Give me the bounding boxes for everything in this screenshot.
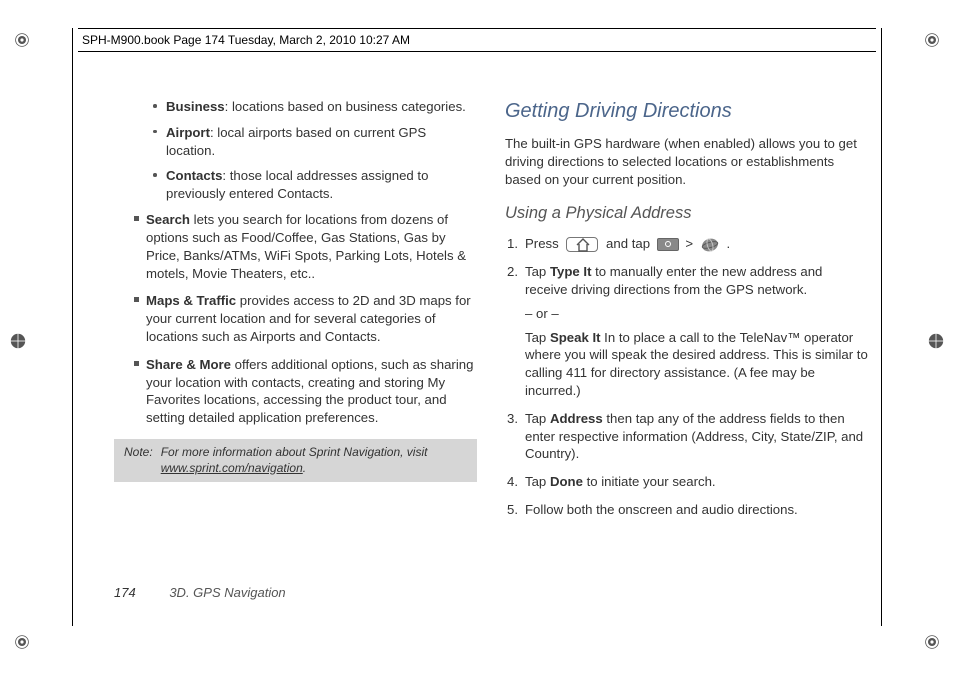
- note-label: Note:: [124, 445, 153, 476]
- term: Speak It: [550, 330, 601, 345]
- text: Press: [525, 236, 562, 251]
- crop-mark-icon: [924, 634, 940, 650]
- sub-bullet-list: Business: locations based on business ca…: [114, 98, 477, 203]
- list-item: Business: locations based on business ca…: [166, 98, 477, 116]
- crop-mark-icon: [924, 32, 940, 48]
- term: Done: [550, 474, 583, 489]
- square-bullet-list: Search lets you search for locations fro…: [114, 211, 477, 427]
- step-item: Tap Address then tap any of the address …: [525, 410, 868, 463]
- step-item: Press and tap > .: [525, 235, 868, 253]
- page-footer: 174 3D. GPS Navigation: [114, 585, 286, 600]
- list-item: Search lets you search for locations fro…: [146, 211, 477, 282]
- desc: lets you search for locations from dozen…: [146, 212, 466, 280]
- or-divider: – or –: [525, 305, 868, 323]
- list-item: Share & More offers additional options, …: [146, 356, 477, 427]
- steps-list: Press and tap > . Tap Type It to manuall…: [505, 235, 868, 519]
- list-item: Maps & Traffic provides access to 2D and…: [146, 292, 477, 345]
- text: to initiate your search.: [583, 474, 716, 489]
- text: .: [726, 236, 730, 251]
- step-item: Tap Type It to manually enter the new ad…: [525, 263, 868, 400]
- page-content: Business: locations based on business ca…: [114, 98, 868, 572]
- text: Tap: [525, 330, 550, 345]
- crop-mark-icon: [14, 634, 30, 650]
- text: Follow both the onscreen and audio direc…: [525, 502, 798, 517]
- note-body: For more information about Sprint Naviga…: [161, 445, 467, 476]
- term: Business: [166, 99, 225, 114]
- intro-paragraph: The built-in GPS hardware (when enabled)…: [505, 135, 868, 188]
- desc: : locations based on business categories…: [225, 99, 466, 114]
- section-title: 3D. GPS Navigation: [169, 585, 285, 600]
- term: Address: [550, 411, 603, 426]
- term: Search: [146, 212, 190, 227]
- text: Tap: [525, 264, 550, 279]
- crop-mark-icon: [14, 32, 30, 48]
- text: >: [685, 236, 696, 251]
- term: Share & More: [146, 357, 231, 372]
- header-text: SPH-M900.book Page 174 Tuesday, March 2,…: [82, 33, 410, 47]
- book-header: SPH-M900.book Page 174 Tuesday, March 2,…: [78, 28, 876, 52]
- text: Tap: [525, 474, 550, 489]
- page-number: 174: [114, 585, 136, 600]
- crop-edge: [72, 28, 73, 626]
- note-link: www.sprint.com/navigation: [161, 461, 303, 475]
- step-item: Tap Done to initiate your search.: [525, 473, 868, 491]
- section-heading: Getting Driving Directions: [505, 98, 868, 125]
- term: Contacts: [166, 168, 222, 183]
- text: Tap: [525, 411, 550, 426]
- crop-edge: [881, 28, 882, 626]
- tiles-icon: [657, 238, 679, 251]
- alt-text: Tap Speak It In to place a call to the T…: [525, 329, 868, 400]
- note-box: Note: For more information about Sprint …: [114, 439, 477, 482]
- subheading: Using a Physical Address: [505, 202, 868, 224]
- crop-mark-icon: [10, 333, 26, 349]
- globe-icon: [700, 235, 720, 253]
- home-button-icon: [566, 237, 598, 252]
- term: Type It: [550, 264, 592, 279]
- list-item: Contacts: those local addresses assigned…: [166, 167, 477, 203]
- left-column: Business: locations based on business ca…: [114, 98, 477, 572]
- right-column: Getting Driving Directions The built-in …: [505, 98, 868, 572]
- text: and tap: [606, 236, 654, 251]
- term: Maps & Traffic: [146, 293, 236, 308]
- list-item: Airport: local airports based on current…: [166, 124, 477, 160]
- step-item: Follow both the onscreen and audio direc…: [525, 501, 868, 519]
- note-text: For more information about Sprint Naviga…: [161, 445, 428, 459]
- term: Airport: [166, 125, 210, 140]
- crop-mark-icon: [928, 333, 944, 349]
